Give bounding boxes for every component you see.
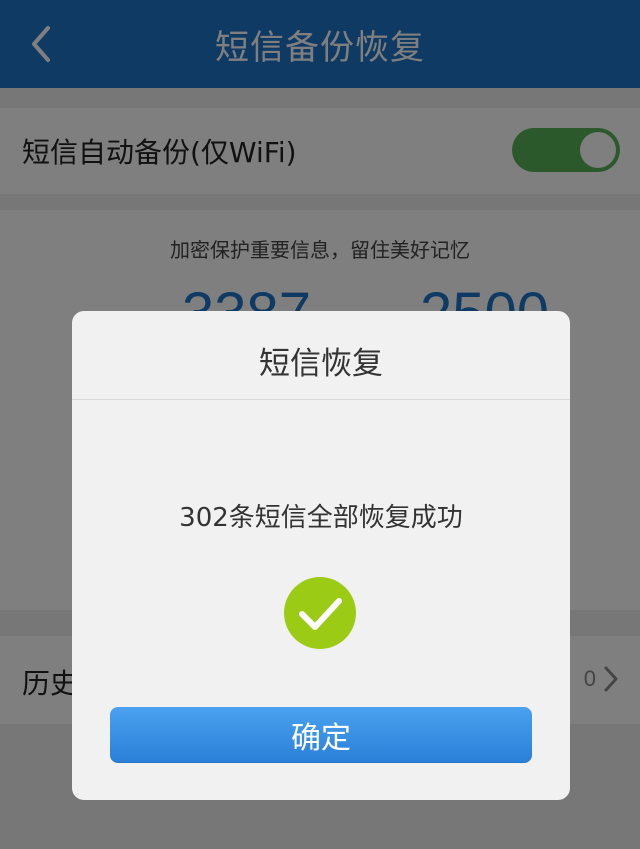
success-check-icon	[284, 577, 356, 649]
dialog-message: 302条短信全部恢复成功	[179, 503, 463, 533]
app-screen: 短信备份恢复 短信自动备份(仅WiFi) 加密保护重要信息，留住美好记忆 338…	[0, 0, 640, 849]
dialog-title: 短信恢复	[259, 346, 383, 382]
dialog-divider	[72, 399, 570, 400]
confirm-button[interactable]: 确定	[110, 707, 532, 763]
restore-dialog: 短信恢复 302条短信全部恢复成功 确定	[72, 311, 570, 800]
